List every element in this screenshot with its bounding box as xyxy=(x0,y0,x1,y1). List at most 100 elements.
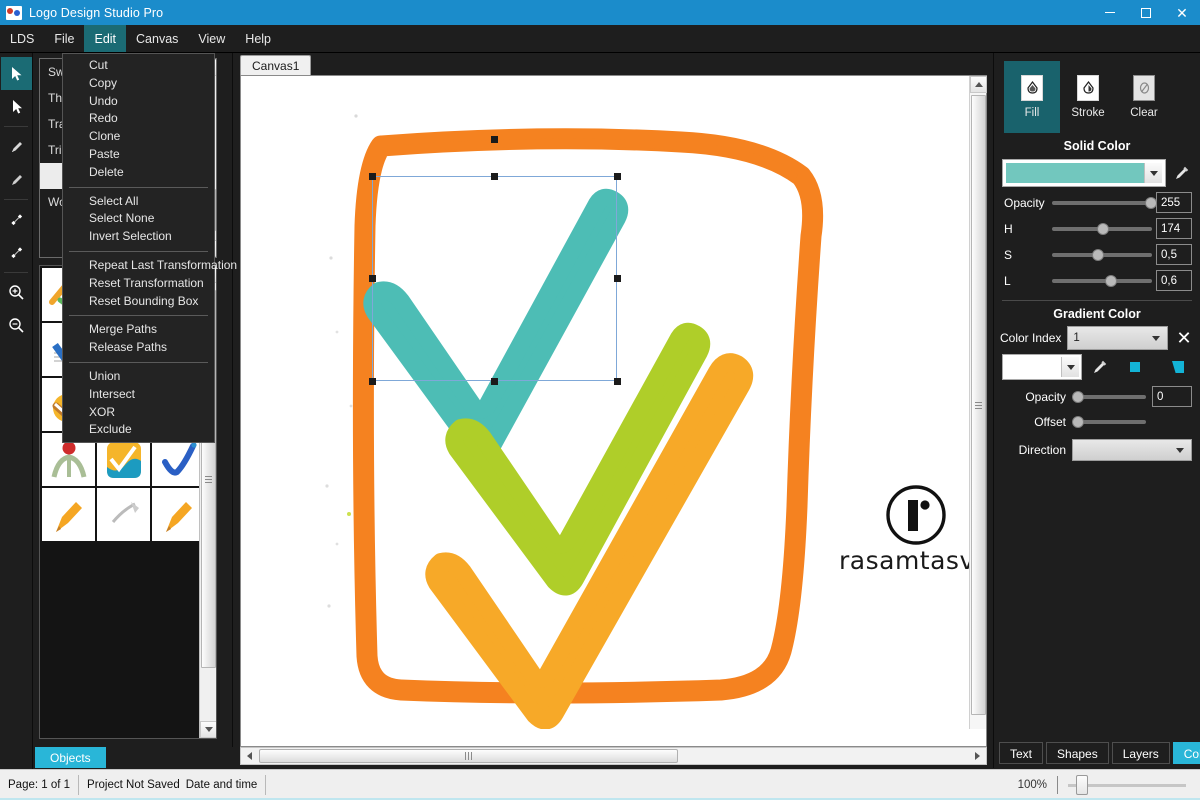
direct-select-tool[interactable] xyxy=(1,90,32,123)
zoom-out-tool[interactable] xyxy=(1,309,32,342)
gallery-item[interactable] xyxy=(42,488,95,541)
menu-item-cut[interactable]: Cut xyxy=(63,57,214,75)
menu-item-xor[interactable]: XOR xyxy=(63,404,214,422)
menu-item-select-all[interactable]: Select All xyxy=(63,193,214,211)
menu-item-invert-selection[interactable]: Invert Selection xyxy=(63,228,214,246)
tab-color[interactable]: Color xyxy=(1172,742,1200,764)
gradient-eyedropper-button[interactable] xyxy=(1090,358,1110,376)
hue-value[interactable]: 174 xyxy=(1156,218,1192,239)
selection-handle-s[interactable] xyxy=(491,378,498,385)
gallery-item[interactable] xyxy=(152,488,205,541)
menu-item-repeat-last-transformation[interactable]: Repeat Last Transformation xyxy=(63,257,237,275)
gradient-stop-corner-icon[interactable] xyxy=(1172,361,1184,373)
gradient-opacity-value[interactable]: 0 xyxy=(1152,386,1192,407)
menu-item-union[interactable]: Union xyxy=(63,368,214,386)
tab-layers[interactable]: Layers xyxy=(1111,742,1170,764)
clear-mode-button[interactable]: Clear xyxy=(1116,61,1172,133)
gradient-direction-select[interactable] xyxy=(1072,439,1192,461)
gallery-item[interactable] xyxy=(97,488,150,541)
tab-text[interactable]: Text xyxy=(999,742,1044,764)
gradient-offset-slider[interactable] xyxy=(1072,413,1146,431)
hue-slider[interactable] xyxy=(1052,220,1152,238)
selection-handle-nw[interactable] xyxy=(369,173,376,180)
menu-item-merge-paths[interactable]: Merge Paths xyxy=(63,321,214,339)
menu-item-reset-bounding-box[interactable]: Reset Bounding Box xyxy=(63,293,214,311)
opacity-slider[interactable] xyxy=(1052,194,1157,212)
solid-eyedropper-button[interactable] xyxy=(1172,164,1192,182)
menu-canvas[interactable]: Canvas xyxy=(126,25,188,52)
color-index-select[interactable]: 1 xyxy=(1067,326,1168,350)
scroll-down-button[interactable] xyxy=(200,721,216,738)
slider-thumb[interactable] xyxy=(1145,196,1157,209)
scrollbar-thumb[interactable] xyxy=(259,749,678,763)
zoom-in-tool[interactable] xyxy=(1,276,32,309)
canvas-surface[interactable]: rasamtasvir xyxy=(241,76,970,729)
slider-thumb[interactable] xyxy=(1092,248,1104,261)
stroke-mode-button[interactable]: Stroke xyxy=(1060,61,1116,133)
slider-thumb[interactable] xyxy=(1072,416,1084,428)
menu-item-exclude[interactable]: Exclude xyxy=(63,421,214,439)
maximize-button[interactable] xyxy=(1128,0,1164,25)
gradient-opacity-label: Opacity xyxy=(1025,389,1066,404)
solid-color-dropdown-button[interactable] xyxy=(1144,163,1162,183)
menu-item-paste[interactable]: Paste xyxy=(63,146,214,164)
tab-shapes[interactable]: Shapes xyxy=(1046,742,1109,764)
menu-view[interactable]: View xyxy=(188,25,235,52)
solid-color-swatch[interactable] xyxy=(1006,163,1144,183)
remove-node-tool[interactable] xyxy=(1,236,32,269)
selection-handle-sw[interactable] xyxy=(369,378,376,385)
edit-menu-dropdown[interactable]: Cut Copy Undo Redo Clone Paste Delete Se… xyxy=(62,53,237,444)
opacity-value[interactable]: 255 xyxy=(1156,192,1192,213)
slider-thumb[interactable] xyxy=(1076,775,1088,795)
solid-color-combo[interactable] xyxy=(1002,159,1166,187)
gradient-color-swatch[interactable] xyxy=(1005,357,1061,377)
menu-lds[interactable]: LDS xyxy=(0,25,44,52)
zoom-slider[interactable] xyxy=(1068,775,1186,795)
pen-tool[interactable] xyxy=(1,130,32,163)
pencil-tool[interactable] xyxy=(1,163,32,196)
canvas-vertical-scrollbar[interactable] xyxy=(969,76,987,729)
tab-objects[interactable]: Objects xyxy=(35,747,106,768)
delete-gradient-stop-button[interactable]: ✕ xyxy=(1174,329,1194,347)
scrollbar-thumb[interactable] xyxy=(971,95,986,715)
add-node-tool[interactable] xyxy=(1,203,32,236)
menu-item-reset-transformation[interactable]: Reset Transformation xyxy=(63,275,214,293)
select-arrow-tool[interactable] xyxy=(1,57,32,90)
selection-rotate-handle[interactable] xyxy=(491,136,498,143)
saturation-value[interactable]: 0,5 xyxy=(1156,244,1192,265)
gradient-color-combo[interactable] xyxy=(1002,354,1082,380)
selection-handle-se[interactable] xyxy=(614,378,621,385)
menu-item-copy[interactable]: Copy xyxy=(63,75,214,93)
slider-thumb[interactable] xyxy=(1097,222,1109,235)
scroll-right-button[interactable] xyxy=(969,748,986,764)
selection-handle-ne[interactable] xyxy=(614,173,621,180)
slider-thumb[interactable] xyxy=(1105,274,1117,287)
menu-item-release-paths[interactable]: Release Paths xyxy=(63,339,214,357)
scroll-left-button[interactable] xyxy=(241,748,258,764)
menu-item-select-none[interactable]: Select None xyxy=(63,210,214,228)
selection-handle-e[interactable] xyxy=(614,275,621,282)
selection-handle-n[interactable] xyxy=(491,173,498,180)
saturation-slider[interactable] xyxy=(1052,246,1152,264)
menu-edit[interactable]: Edit xyxy=(84,25,127,52)
menu-help[interactable]: Help xyxy=(235,25,281,52)
fill-mode-button[interactable]: Fill xyxy=(1004,61,1060,133)
canvas-horizontal-scrollbar[interactable] xyxy=(240,747,987,765)
menu-item-undo[interactable]: Undo xyxy=(63,93,214,111)
close-button[interactable]: ✕ xyxy=(1164,0,1200,25)
gradient-color-dropdown-button[interactable] xyxy=(1061,357,1079,377)
menu-item-clone[interactable]: Clone xyxy=(63,128,214,146)
scroll-up-button[interactable] xyxy=(970,76,987,93)
menu-item-redo[interactable]: Redo xyxy=(63,110,214,128)
menu-item-delete[interactable]: Delete xyxy=(63,164,214,182)
slider-thumb[interactable] xyxy=(1072,390,1084,403)
gradient-stop-icon[interactable] xyxy=(1130,362,1140,372)
gradient-opacity-slider[interactable] xyxy=(1072,388,1146,406)
menu-file[interactable]: File xyxy=(44,25,84,52)
lightness-value[interactable]: 0,6 xyxy=(1156,270,1192,291)
tab-canvas1[interactable]: Canvas1 xyxy=(240,55,312,75)
menu-item-intersect[interactable]: Intersect xyxy=(63,386,214,404)
lightness-slider[interactable] xyxy=(1052,272,1152,290)
minimize-button[interactable] xyxy=(1092,0,1128,25)
selection-handle-w[interactable] xyxy=(369,275,376,282)
